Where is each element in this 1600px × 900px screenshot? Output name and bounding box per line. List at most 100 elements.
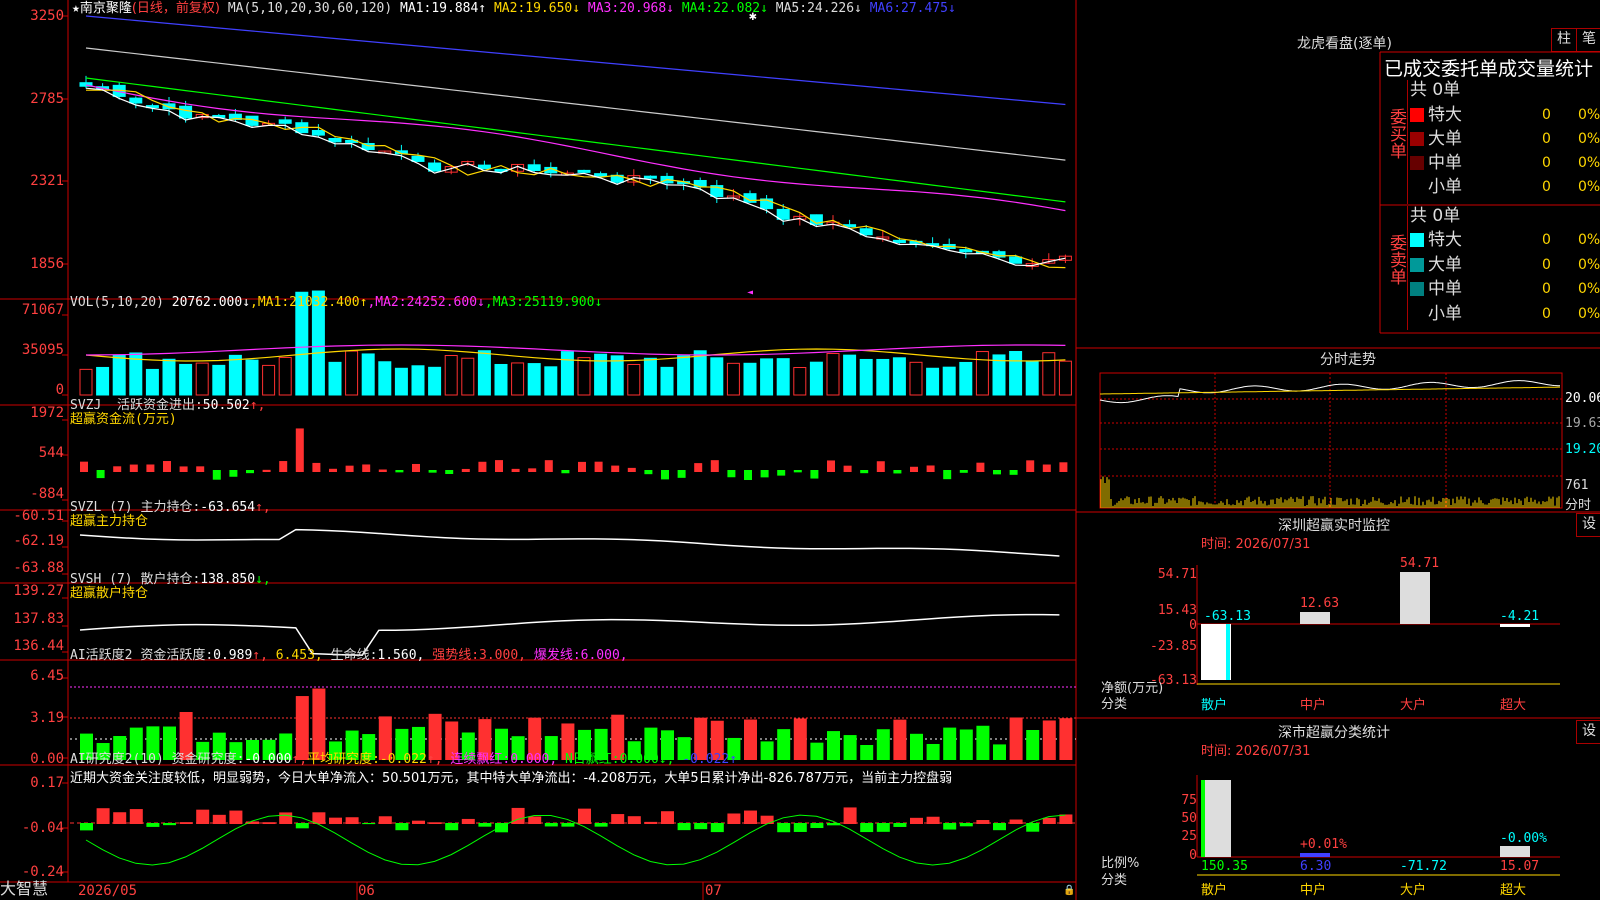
activity-bar	[760, 741, 774, 760]
activity-bar	[1009, 717, 1023, 760]
flow-bar	[611, 465, 620, 472]
class-time: 时间: 2026/07/31	[1201, 744, 1311, 759]
volume-bar	[361, 353, 375, 396]
monitor-settings-button[interactable]: 设	[1576, 513, 1600, 537]
research-bar	[212, 814, 226, 824]
volume-bar	[876, 358, 890, 396]
class-cat-label: 超大	[1500, 883, 1527, 898]
research-bar	[196, 809, 210, 824]
ts-y-tick: 20.06	[1565, 391, 1600, 406]
class-y-tick: 75	[1181, 793, 1197, 808]
candle	[411, 155, 425, 162]
candle	[278, 119, 292, 124]
research-bar	[578, 808, 591, 824]
y-tick: -0.24	[21, 864, 64, 880]
activity-bar	[312, 688, 326, 760]
monitor-value: -63.13	[1204, 609, 1251, 624]
sell-row-mid: 中单 0 0%	[1410, 277, 1600, 301]
monitor-bar	[1400, 572, 1430, 624]
swatch-icon	[1410, 156, 1424, 170]
y-tick: -0.04	[21, 820, 64, 836]
research-bar	[644, 821, 658, 824]
research-bar	[1042, 817, 1056, 824]
buy-row-mid: 中单 0 0%	[1410, 151, 1600, 175]
research-bar	[329, 817, 342, 824]
class-top-label: +0.01%	[1300, 837, 1347, 852]
volume-bar	[909, 361, 923, 396]
lock-icon[interactable]: 🔒	[1063, 884, 1075, 898]
bar-mode-button[interactable]: 柱	[1551, 28, 1577, 52]
flow-bar	[378, 469, 387, 472]
scroll-marker-icon[interactable]: ◄	[747, 286, 753, 300]
buy-row-huge: 特大 0 0%	[1410, 103, 1600, 127]
y-tick: 544	[38, 445, 64, 461]
volume-bar	[760, 358, 774, 396]
volume-bar	[660, 366, 674, 396]
swatch-icon	[1410, 132, 1424, 146]
flow-bar	[544, 460, 553, 472]
svzj-header: SVZJ 活跃资金进出:50.502↑,	[70, 398, 266, 413]
stock-name: 南京聚隆	[79, 1, 132, 16]
flow-bar	[943, 470, 952, 480]
volume-bar	[444, 355, 458, 396]
pen-mode-button[interactable]: 笔	[1576, 28, 1600, 52]
period-label[interactable]: (日线，前复权)	[132, 1, 220, 16]
flow-bar	[395, 470, 404, 473]
research-bar	[1009, 819, 1023, 824]
volume-bar	[959, 361, 973, 396]
flow-bar	[926, 465, 935, 472]
buy-row-small: 小单 0 0%	[1410, 175, 1600, 199]
flow-bar	[876, 461, 885, 472]
candle	[477, 164, 491, 170]
flow-bar	[528, 468, 537, 472]
flow-bar	[810, 470, 819, 479]
y-tick: 0	[55, 382, 64, 398]
flow-bar	[959, 470, 968, 473]
activity-bar	[910, 733, 923, 760]
activity-bar	[943, 727, 957, 760]
research-bar	[594, 823, 608, 827]
svsh-subtitle: 超赢散户持仓	[70, 586, 149, 601]
activity-bar	[1042, 720, 1056, 760]
volume-bar	[511, 362, 525, 396]
swatch-icon	[1410, 180, 1424, 194]
candle	[428, 162, 442, 172]
research-bar	[279, 812, 293, 824]
swatch-icon	[1410, 108, 1424, 122]
class-cat-label: 大户	[1400, 883, 1427, 898]
volume-header: VOL(5,10,20) 20762.000↓,MA1:21032.400↑,M…	[70, 295, 603, 310]
sell-row-big: 大单 0 0%	[1410, 253, 1600, 277]
candle	[179, 105, 193, 119]
research-bar	[461, 818, 475, 824]
volume-bar	[577, 357, 591, 396]
volume-bar	[212, 364, 226, 396]
buy-side-column: 委买单	[1381, 80, 1408, 204]
main-chart-header: ★南京聚隆(日线，前复权) MA(5,10,20,30,60,120) MA1:…	[72, 1, 956, 16]
flow-bar	[80, 461, 88, 472]
flow-bar	[1009, 470, 1018, 475]
y-tick: 137.83	[13, 611, 64, 627]
candle	[892, 239, 906, 243]
flow-bar	[793, 470, 802, 473]
ts-y-tick: 19.63	[1565, 416, 1600, 431]
monitor-bar-edge	[1226, 624, 1230, 680]
ts-y-tick: 19.20	[1565, 442, 1600, 457]
favorite-star-icon[interactable]: ★	[72, 1, 80, 16]
activity-bar	[793, 718, 807, 760]
volume-bar	[726, 362, 740, 396]
activity-bar	[860, 744, 874, 760]
volume-bar	[809, 361, 823, 396]
research-bar	[677, 823, 691, 831]
research-bar	[262, 822, 276, 824]
volume-bar	[195, 362, 209, 396]
app-logo[interactable]: 大智慧	[0, 881, 48, 897]
class-bar	[1500, 846, 1530, 857]
class-settings-button[interactable]: 设	[1576, 720, 1600, 744]
activity-bar	[926, 743, 940, 760]
research-bar	[993, 823, 1006, 831]
flow-bar	[860, 470, 869, 474]
flow-bar	[710, 460, 719, 472]
ai-commentary: 近期大资金关注度较低，明显弱势，今日大单净流入：50.501万元，其中特大单净流…	[70, 771, 953, 786]
y-tick: 2321	[30, 173, 64, 189]
research-bar	[810, 823, 824, 829]
